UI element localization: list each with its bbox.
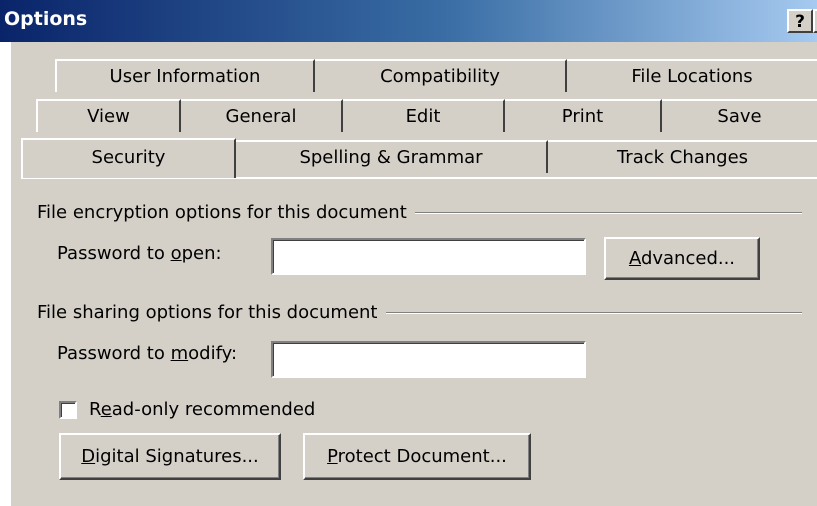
tab-compatibility[interactable]: Compatibility	[315, 59, 567, 92]
label-text: Password to	[57, 343, 171, 364]
tab-save[interactable]: Save	[662, 99, 817, 132]
password-modify-field[interactable]	[271, 341, 586, 378]
label-accel: m	[170, 343, 189, 364]
encryption-group-label: File encryption options for this documen…	[37, 202, 415, 223]
button-accel: D	[81, 446, 96, 467]
tab-file-locations[interactable]: File Locations	[567, 59, 817, 92]
label-accel: e	[100, 399, 112, 420]
close-button[interactable]: ✕	[813, 9, 817, 33]
options-window: Options ? ✕ User Information Compatibili…	[0, 0, 817, 506]
password-open-field[interactable]	[271, 238, 586, 275]
tab-user-information[interactable]: User Information	[55, 59, 315, 92]
tab-view[interactable]: View	[36, 99, 181, 132]
tab-track-changes[interactable]: Track Changes	[548, 140, 817, 173]
tab-security[interactable]: Security	[21, 138, 236, 178]
window-title: Options	[4, 8, 88, 30]
label-text: pen:	[181, 243, 222, 264]
button-accel: P	[327, 446, 338, 467]
readonly-checkbox[interactable]	[59, 401, 77, 419]
tab-print[interactable]: Print	[505, 99, 662, 132]
title-bar: Options ? ✕	[0, 0, 817, 42]
button-accel: A	[628, 248, 641, 269]
password-modify-label: Password to modify:	[57, 343, 237, 364]
label-accel: o	[170, 243, 182, 264]
label-text: odify:	[188, 343, 238, 364]
protect-document-button[interactable]: Protect Document...	[303, 433, 531, 480]
tab-spelling-grammar[interactable]: Spelling & Grammar	[236, 140, 548, 173]
digital-signatures-button[interactable]: Digital Signatures...	[59, 433, 281, 480]
label-text: ad-only recommended	[111, 399, 316, 420]
label-text: Password to	[57, 243, 171, 264]
help-button[interactable]: ?	[787, 9, 813, 33]
readonly-label[interactable]: Read-only recommended	[89, 399, 315, 420]
sharing-group-label: File sharing options for this document	[37, 302, 386, 323]
button-text: igital Signatures...	[95, 446, 259, 467]
button-text: rotect Document...	[337, 446, 507, 467]
password-open-label: Password to open:	[57, 243, 222, 264]
advanced-button[interactable]: Advanced...	[604, 237, 760, 280]
label-text: R	[89, 399, 101, 420]
tab-general[interactable]: General	[181, 99, 343, 132]
tab-edit[interactable]: Edit	[343, 99, 505, 132]
button-text: dvanced...	[640, 248, 736, 269]
